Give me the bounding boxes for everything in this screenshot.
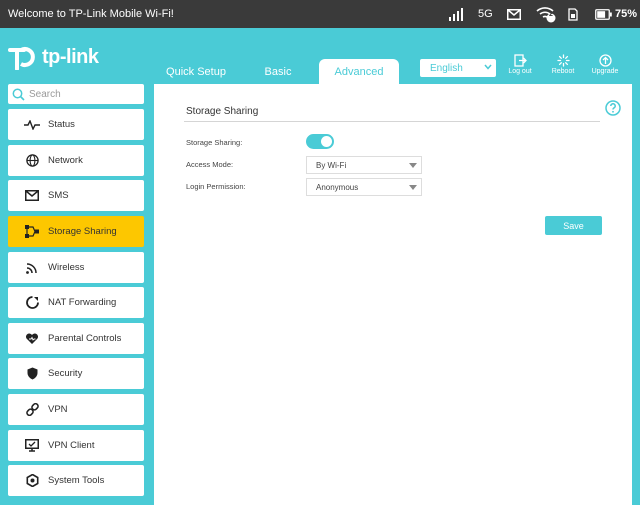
reboot-icon bbox=[556, 54, 570, 67]
link-icon bbox=[24, 402, 40, 418]
save-button[interactable]: Save bbox=[545, 216, 602, 235]
logout-label: Log out bbox=[508, 68, 532, 75]
sidebar-item-label: Status bbox=[48, 119, 75, 130]
dropdown-arrow-icon bbox=[409, 185, 417, 190]
sidebar-item-security[interactable]: Security bbox=[8, 358, 144, 389]
login-permission-label: Login Permission: bbox=[186, 182, 246, 191]
battery-percent: 75% bbox=[615, 8, 638, 20]
chevron-down-icon bbox=[484, 64, 492, 70]
globe-icon bbox=[24, 153, 40, 169]
welcome-text: Welcome to TP-Link Mobile Wi-Fi! bbox=[8, 8, 174, 20]
nat-icon bbox=[24, 295, 40, 311]
dropdown-arrow-icon bbox=[409, 163, 417, 168]
login-permission-select[interactable]: Anonymous bbox=[306, 178, 422, 196]
access-mode-value: By Wi-Fi bbox=[316, 160, 347, 170]
sidebar-item-label: Network bbox=[48, 155, 83, 166]
brand-name: tp-link bbox=[42, 45, 99, 68]
network-type-label: 5G bbox=[478, 8, 493, 20]
logout-button[interactable]: Log out bbox=[502, 54, 538, 80]
share-icon bbox=[24, 224, 40, 240]
tab-basic[interactable]: Basic bbox=[250, 59, 306, 84]
toggle-knob bbox=[321, 136, 332, 147]
login-permission-value: Anonymous bbox=[316, 182, 359, 192]
mail-icon bbox=[507, 5, 521, 23]
sidebar-item-wireless[interactable]: Wireless bbox=[8, 252, 144, 283]
language-select[interactable]: English bbox=[420, 59, 496, 77]
monitor-icon bbox=[24, 438, 40, 454]
storage-sharing-toggle[interactable] bbox=[306, 134, 334, 149]
main-content: Storage Sharing Storage Sharing: Access … bbox=[154, 84, 632, 505]
sidebar-item-label: SMS bbox=[48, 190, 69, 201]
heart-icon bbox=[24, 331, 40, 347]
sidebar-item-status[interactable]: Status bbox=[8, 109, 144, 140]
search-input[interactable] bbox=[29, 88, 129, 100]
upgrade-icon bbox=[598, 54, 612, 67]
sidebar-item-label: VPN Client bbox=[48, 440, 95, 451]
upgrade-label: Upgrade bbox=[591, 68, 619, 75]
logout-icon bbox=[513, 54, 527, 67]
tab-quick-setup[interactable]: Quick Setup bbox=[158, 59, 234, 84]
sidebar-item-sms[interactable]: SMS bbox=[8, 180, 144, 211]
right-border bbox=[632, 84, 640, 505]
tp-link-logo: tp-link bbox=[8, 44, 99, 70]
upgrade-button[interactable]: Upgrade bbox=[587, 54, 623, 80]
sidebar-item-vpn[interactable]: VPN bbox=[8, 394, 144, 425]
sidebar-item-system-tools[interactable]: System Tools bbox=[8, 465, 144, 496]
shield-icon bbox=[24, 366, 40, 382]
reboot-label: Reboot bbox=[551, 68, 575, 75]
sidebar-item-network[interactable]: Network bbox=[8, 145, 144, 176]
access-mode-select[interactable]: By Wi-Fi bbox=[306, 156, 422, 174]
reboot-button[interactable]: Reboot bbox=[545, 54, 581, 80]
tab-advanced[interactable]: Advanced bbox=[319, 59, 399, 84]
tp-link-logo-icon bbox=[8, 47, 35, 70]
sidebar-item-storage-sharing[interactable]: Storage Sharing bbox=[8, 216, 144, 247]
sidebar-item-label: NAT Forwarding bbox=[48, 297, 117, 308]
sidebar-item-label: System Tools bbox=[48, 475, 105, 486]
sidebar-item-vpn-client[interactable]: VPN Client bbox=[8, 430, 144, 461]
help-icon bbox=[605, 100, 621, 116]
search-icon bbox=[12, 88, 25, 101]
status-bar: Welcome to TP-Link Mobile Wi-Fi! 5G 2 75… bbox=[0, 0, 640, 28]
search-box[interactable] bbox=[8, 84, 144, 104]
language-value: English bbox=[430, 62, 463, 74]
sidebar-item-label: Storage Sharing bbox=[48, 226, 117, 237]
gear-icon bbox=[24, 473, 40, 489]
sidebar-item-parental-controls[interactable]: Parental Controls bbox=[8, 323, 144, 354]
section-title: Storage Sharing bbox=[186, 106, 259, 117]
wifi-icon bbox=[24, 260, 40, 276]
sidebar-item-label: Parental Controls bbox=[48, 333, 122, 344]
pulse-icon bbox=[24, 117, 40, 133]
sidebar-item-label: VPN bbox=[48, 404, 68, 415]
signal-icon bbox=[449, 5, 463, 23]
sidebar-item-label: Security bbox=[48, 368, 83, 379]
battery-icon bbox=[595, 5, 612, 23]
help-button[interactable] bbox=[605, 100, 621, 121]
sidebar-item-nat-forwarding[interactable]: NAT Forwarding bbox=[8, 287, 144, 318]
access-mode-label: Access Mode: bbox=[186, 160, 234, 169]
wifi-clients-count: 2 bbox=[549, 11, 553, 18]
storage-sharing-label: Storage Sharing: bbox=[186, 138, 243, 147]
sim-card-icon bbox=[568, 5, 578, 23]
sidebar-item-label: Wireless bbox=[48, 262, 85, 273]
sidebar: Status Network SMS Storage Sharing Wirel… bbox=[0, 84, 154, 505]
wifi-clients-icon: 2 bbox=[536, 5, 558, 23]
envelope-icon bbox=[24, 188, 40, 204]
section-divider bbox=[184, 121, 600, 122]
header: tp-link Quick Setup Basic Advanced Engli… bbox=[0, 28, 640, 84]
